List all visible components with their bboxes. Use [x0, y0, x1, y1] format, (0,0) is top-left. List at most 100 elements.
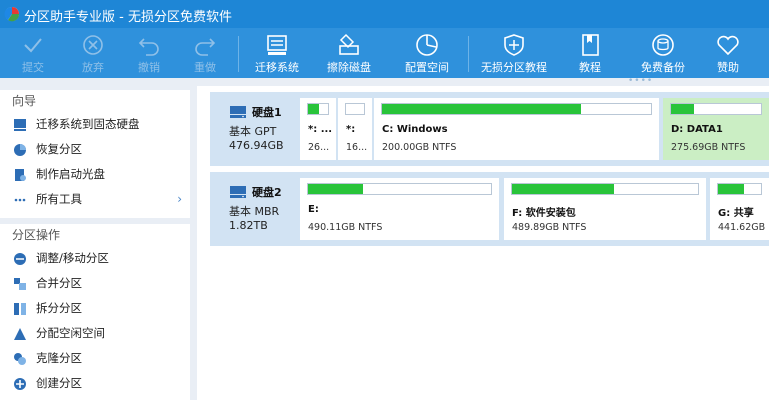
allocate-space-button[interactable]: 配置空间: [398, 28, 456, 78]
usage-bar-fill: [671, 104, 694, 114]
partition-label: *: ...: [308, 124, 333, 135]
free-backup-label: 免费备份: [641, 61, 685, 74]
tutorial-button[interactable]: 教程: [566, 28, 614, 78]
partition-info: 16...: [346, 142, 368, 153]
allocate-space-icon: [416, 34, 438, 56]
disk-row[interactable]: 硬盘2 基本 MBR 1.82TB E: 490.11GB NTFS F: 软件…: [210, 172, 769, 246]
sidebar-item-label: 拆分分区: [36, 301, 82, 315]
partition-block[interactable]: E: 490.11GB NTFS: [300, 178, 499, 240]
partition-label: D: DATA1: [671, 124, 723, 135]
disk-map: 硬盘1 基本 GPT 476.94GB *: ... 26... *: 16..…: [197, 86, 769, 400]
partition-block[interactable]: F: 软件安装包 489.89GB NTFS: [504, 178, 706, 240]
hard-disk-icon: [230, 106, 246, 118]
usage-bar-fill: [718, 184, 744, 194]
wipe-disk-button[interactable]: 擦除磁盘: [320, 28, 378, 78]
usage-bar: [670, 103, 762, 115]
usage-bar: [717, 183, 762, 195]
sidebar-item-label: 迁移系统到固态硬盘: [36, 117, 140, 131]
sponsor-button[interactable]: 赞助: [704, 28, 752, 78]
allocate-space-label: 配置空间: [405, 61, 449, 74]
discard-label: 放弃: [82, 61, 104, 74]
partition-block[interactable]: G: 共享 441.62GB NTFS: [710, 178, 769, 240]
disk-info: 硬盘2 基本 MBR 1.82TB: [210, 172, 296, 246]
merge-icon: [14, 278, 26, 290]
clone-icon: [14, 353, 26, 365]
toolbar: 提交 放弃 撤销 重做 迁移系统 擦除磁盘 配置空间 无损分区教程 教程 免费备…: [0, 28, 769, 78]
redo-label: 重做: [194, 61, 216, 74]
partition-block[interactable]: *: 16...: [338, 98, 372, 160]
sidebar-item-migrate-ssd[interactable]: 迁移系统到固态硬盘: [0, 112, 190, 137]
usage-bar-fill: [382, 104, 582, 114]
migrate-os-button[interactable]: 迁移系统: [248, 28, 306, 78]
usage-bar: [345, 103, 365, 115]
title-bar: 分区助手专业版 - 无损分区免费软件: [0, 0, 769, 28]
partition-info: 275.69GB NTFS: [671, 142, 746, 153]
sponsor-label: 赞助: [717, 61, 739, 74]
partition-block[interactable]: *: ... 26...: [300, 98, 336, 160]
undo-button[interactable]: 撤销: [124, 28, 174, 78]
undo-icon: [138, 38, 159, 56]
migrate-os-icon: [267, 35, 287, 55]
partition-label: C: Windows: [382, 124, 448, 135]
heart-icon: [717, 35, 739, 56]
sidebar-item-label: 恢复分区: [36, 142, 82, 156]
sidebar-item-split[interactable]: 拆分分区: [0, 296, 190, 321]
sidebar-item-clone[interactable]: 克隆分区: [0, 346, 190, 371]
sidebar-item-all-tools[interactable]: 所有工具 ›: [0, 187, 190, 212]
partition-block-selected[interactable]: D: DATA1 275.69GB NTFS: [663, 98, 769, 160]
sidebar-item-resize-move[interactable]: 调整/移动分区: [0, 246, 190, 271]
toolbar-separator: [238, 36, 239, 72]
usage-bar: [307, 103, 329, 115]
sidebar-item-merge[interactable]: 合并分区: [0, 271, 190, 296]
partition-operations-panel: 分区操作 调整/移动分区 合并分区 拆分分区 分配空闲空间 克隆分区 创建分区: [0, 224, 190, 400]
sidebar-item-recover-partition[interactable]: 恢复分区: [0, 137, 190, 162]
partition-info: 490.11GB NTFS: [308, 222, 383, 233]
undo-label: 撤销: [138, 61, 160, 74]
partition-info: 489.89GB NTFS: [512, 222, 587, 233]
migrate-os-label: 迁移系统: [255, 61, 299, 74]
backup-icon: [652, 34, 674, 56]
wipe-disk-label: 擦除磁盘: [327, 61, 371, 74]
partition-operations-title: 分区操作: [12, 228, 61, 242]
partition-block[interactable]: C: Windows 200.00GB NTFS: [374, 98, 659, 160]
free-backup-button[interactable]: 免费备份: [634, 28, 692, 78]
window-title: 分区助手专业版 - 无损分区免费软件: [24, 10, 232, 25]
disk-type: 基本 GPT: [229, 125, 277, 138]
sidebar-item-allocate-free-space[interactable]: 分配空闲空间: [0, 321, 190, 346]
shield-icon: [504, 34, 524, 56]
allocate-free-icon: [14, 328, 26, 340]
redo-button[interactable]: 重做: [180, 28, 230, 78]
sidebar-item-create[interactable]: 创建分区: [0, 371, 190, 396]
sidebar: 向导 迁移系统到固态硬盘 恢复分区 制作启动光盘 所有工具 › 分区操作 调整/…: [0, 86, 190, 400]
migrate-ssd-icon: [14, 119, 26, 131]
sidebar-item-label: 创建分区: [36, 376, 82, 390]
usage-bar-fill: [512, 184, 615, 194]
usage-bar: [307, 183, 492, 195]
wizard-panel-title: 向导: [12, 94, 37, 108]
partition-label: G: 共享: [718, 208, 754, 219]
sidebar-item-label: 分配空闲空间: [36, 326, 105, 340]
partition-info: 441.62GB NTFS: [718, 222, 769, 233]
partition-info: 200.00GB NTFS: [382, 142, 457, 153]
toolbar-separator: [468, 36, 469, 72]
hard-disk-icon: [230, 186, 246, 198]
partition-info: 26...: [308, 142, 330, 153]
create-icon: [14, 378, 26, 390]
wizard-panel: 向导 迁移系统到固态硬盘 恢复分区 制作启动光盘 所有工具 ›: [0, 90, 190, 218]
usage-bar: [511, 183, 699, 195]
more-icon: [14, 198, 26, 202]
sidebar-item-label: 合并分区: [36, 276, 82, 290]
partition-label: *:: [346, 124, 356, 135]
sidebar-item-boot-disc[interactable]: 制作启动光盘: [0, 162, 190, 187]
lossless-partition-tutorial-button[interactable]: 无损分区教程: [478, 28, 550, 78]
disk-type: 基本 MBR: [229, 205, 280, 218]
usage-bar-fill: [308, 104, 319, 114]
check-icon: [24, 38, 42, 53]
disk-row[interactable]: 硬盘1 基本 GPT 476.94GB *: ... 26... *: 16..…: [210, 92, 769, 166]
commit-button[interactable]: 提交: [8, 28, 58, 78]
disk-size: 476.94GB: [229, 139, 284, 152]
chevron-right-icon: ›: [177, 192, 182, 206]
tutorial-label: 教程: [579, 61, 601, 74]
discard-button[interactable]: 放弃: [68, 28, 118, 78]
lossless-partition-tutorial-label: 无损分区教程: [481, 61, 547, 74]
